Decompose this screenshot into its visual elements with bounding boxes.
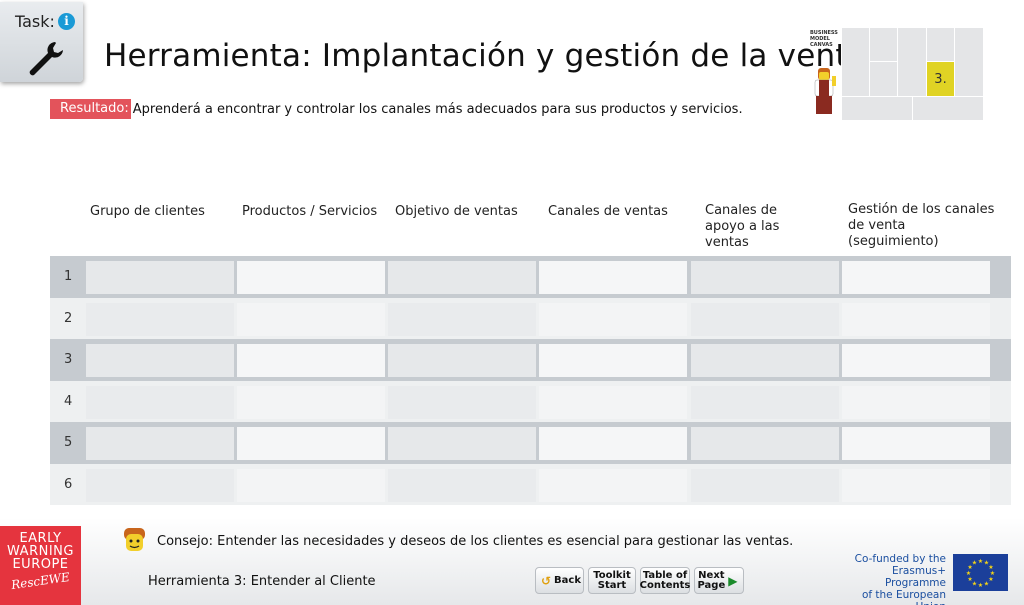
table-cell[interactable] [388, 302, 536, 336]
table-cell[interactable] [539, 344, 687, 377]
toolkit-start-button[interactable]: Toolkit Start [588, 567, 636, 594]
sales-table: 1 2 3 4 5 6 [50, 256, 1011, 505]
result-text: Aprenderá a encontrar y controlar los ca… [132, 101, 743, 117]
table-cell[interactable] [842, 261, 990, 294]
bmc-cell [954, 27, 984, 97]
row-number: 6 [64, 476, 73, 492]
column-header-sales-target: Objetivo de ventas [395, 204, 518, 219]
table-cell[interactable] [237, 302, 385, 336]
table-cell[interactable] [388, 427, 536, 460]
row-number: 1 [64, 269, 73, 284]
svg-text:★: ★ [984, 580, 989, 587]
bmc-cell [841, 96, 913, 121]
bmc-cell [912, 96, 984, 121]
table-cell[interactable] [691, 468, 839, 502]
table-cell[interactable] [691, 344, 839, 377]
table-cell[interactable] [691, 427, 839, 460]
table-cell[interactable] [86, 344, 234, 377]
table-cell[interactable] [842, 302, 990, 336]
next-page-button[interactable]: Next Page ▶ [694, 567, 744, 594]
table-cell[interactable] [842, 344, 990, 377]
table-cell[interactable] [539, 302, 687, 336]
wrench-icon [29, 42, 63, 76]
table-cell[interactable] [237, 261, 385, 294]
bmc-cell [869, 61, 898, 97]
result-line: Resultado: Aprenderá a encontrar y contr… [50, 99, 743, 119]
table-cell[interactable] [388, 385, 536, 419]
table-cell[interactable] [691, 302, 839, 336]
table-cell[interactable] [86, 427, 234, 460]
play-arrow-icon: ▶ [728, 573, 738, 588]
table-cell[interactable] [237, 468, 385, 502]
table-cell[interactable] [539, 385, 687, 419]
row-number: 5 [64, 435, 73, 450]
svg-text:★: ★ [972, 560, 977, 567]
table-cell[interactable] [388, 468, 536, 502]
column-header-products: Productos / Servicios [242, 204, 378, 219]
column-header-sales-channels: Canales de ventas [548, 204, 668, 219]
column-header-customer-group: Grupo de clientes [90, 204, 205, 219]
svg-text:★: ★ [978, 558, 983, 565]
back-arrow-icon: ↺ [540, 573, 552, 588]
bmc-caption: BUSINESS MODEL CANVAS [810, 30, 838, 48]
lego-face-icon [124, 528, 145, 551]
task-badge: Task: i [0, 2, 83, 82]
table-cell[interactable] [237, 427, 385, 460]
bmc-cell [897, 27, 927, 97]
table-cell[interactable] [86, 302, 234, 336]
row-number: 4 [64, 393, 73, 409]
eu-flag-icon: ★ ★ ★ ★ ★ ★ ★ ★ ★ ★ ★ ★ [953, 554, 1008, 591]
table-cell[interactable] [539, 261, 687, 294]
table-cell[interactable] [842, 468, 990, 502]
bmc-cell-channels: 3. [926, 61, 955, 97]
eu-cofunding-text: Co-funded by the Erasmus+ Programme of t… [854, 553, 946, 605]
table-cell[interactable] [86, 261, 234, 294]
table-cell[interactable] [388, 261, 536, 294]
tip-text: Consejo: Entender las necesidades y dese… [157, 534, 794, 549]
table-cell[interactable] [237, 385, 385, 419]
table-row: 2 [50, 297, 1011, 339]
result-label: Resultado: [50, 99, 131, 119]
table-cell[interactable] [388, 344, 536, 377]
bmc-cell [926, 27, 955, 62]
table-row: 3 [50, 339, 1011, 381]
bmc-cell [841, 27, 870, 97]
table-cell[interactable] [237, 344, 385, 377]
table-cell[interactable] [539, 468, 687, 502]
tool-name: Herramienta 3: Entender al Cliente [148, 574, 376, 589]
column-header-channel-management: Gestión de los canales de venta (seguimi… [848, 202, 995, 249]
table-cell[interactable] [691, 261, 839, 294]
row-number: 2 [64, 310, 73, 326]
table-row: 6 [50, 463, 1011, 505]
page-title: Herramienta: Implantación y gestión de l… [104, 38, 867, 74]
table-cell[interactable] [691, 385, 839, 419]
table-row: 1 [50, 256, 1011, 298]
early-warning-europe-logo: EARLY WARNING EUROPE RescEWE [0, 526, 81, 605]
info-icon[interactable]: i [58, 13, 75, 30]
table-cell[interactable] [539, 427, 687, 460]
table-cell[interactable] [86, 385, 234, 419]
svg-text:★: ★ [966, 570, 971, 577]
column-header-support-channels: Canales de apoyo a las ventas [705, 203, 780, 250]
table-cell[interactable] [842, 385, 990, 419]
svg-text:★: ★ [967, 576, 972, 583]
bmc-cell [869, 27, 898, 62]
table-of-contents-button[interactable]: Table of Contents [640, 567, 690, 594]
table-row: 5 [50, 422, 1011, 464]
table-row: 4 [50, 380, 1011, 422]
back-button[interactable]: ↺ Back [535, 567, 584, 594]
lego-figure-icon [814, 68, 836, 114]
table-cell[interactable] [842, 427, 990, 460]
table-cell[interactable] [86, 468, 234, 502]
svg-text:★: ★ [978, 582, 983, 589]
row-number: 3 [64, 352, 73, 367]
task-label: Task: [15, 12, 55, 31]
